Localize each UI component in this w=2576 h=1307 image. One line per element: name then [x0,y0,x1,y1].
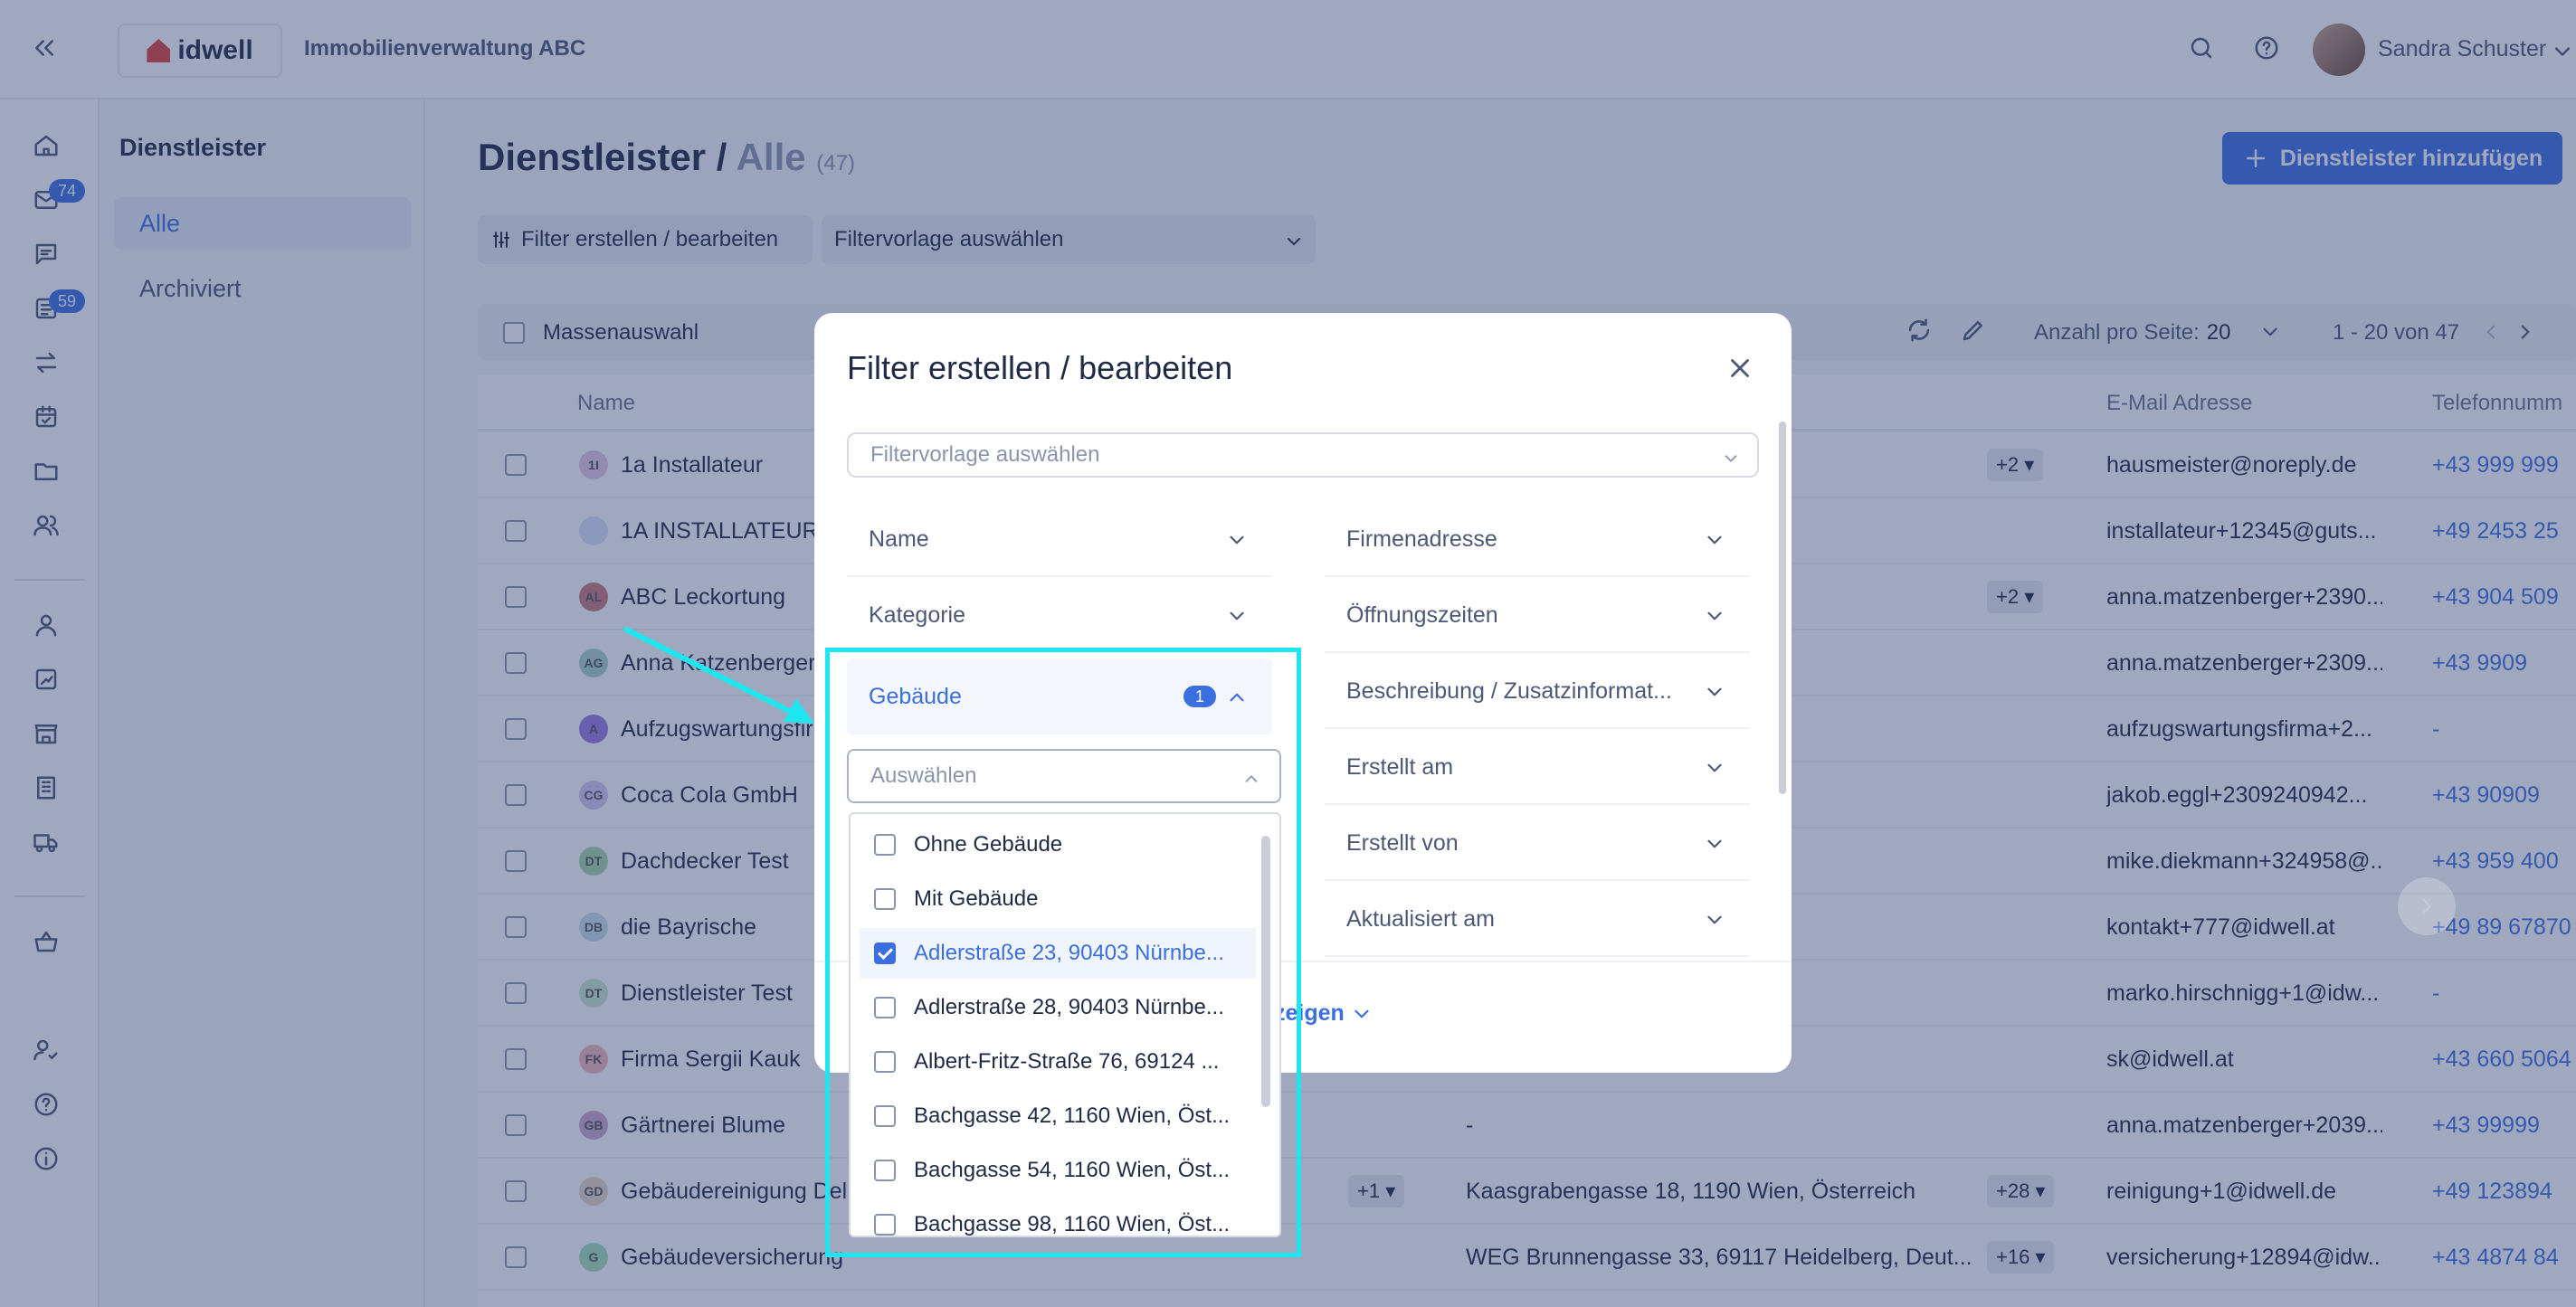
filter-item-aktualisiert-am[interactable]: Aktualisiert am [1325,881,1750,957]
building-option[interactable]: Adlerstraße 28, 90403 Nürnbe... [860,982,1256,1033]
building-option[interactable]: Ohne Gebäude [860,819,1256,870]
option-checkbox[interactable] [874,942,896,964]
dropdown-scrollbar[interactable] [1261,836,1270,1107]
building-option[interactable]: Bachgasse 98, 1160 Wien, Öst... [860,1199,1256,1236]
chevron-up-icon [1230,693,1244,702]
close-icon[interactable] [1725,353,1755,384]
option-checkbox[interactable] [874,1214,896,1236]
filter-item-name[interactable]: Name [847,501,1272,577]
modal-scrollbar[interactable] [1779,421,1786,794]
filter-item-kategorie[interactable]: Kategorie [847,577,1272,653]
chevron-down-icon [1707,535,1722,545]
chevron-up-icon [1245,775,1258,782]
filter-item-gebaeude[interactable]: Gebäude 1 [847,658,1272,734]
chevron-down-icon [1707,839,1722,848]
building-select-input[interactable]: Auswählen [847,749,1281,803]
option-checkbox[interactable] [874,834,896,856]
building-option[interactable]: Albert-Fritz-Straße 76, 69124 ... [860,1037,1256,1087]
modal-template-select[interactable]: Filtervorlage auswählen [847,432,1759,478]
option-checkbox[interactable] [874,1105,896,1127]
show-more-filters-button[interactable]: zeigen [1274,1000,1374,1028]
active-filter-count: 1 [1183,686,1216,707]
option-checkbox[interactable] [874,997,896,1018]
option-checkbox[interactable] [874,1160,896,1181]
chevron-down-icon [1230,611,1244,620]
filter-item-beschreibung[interactable]: Beschreibung / Zusatzinformat... [1325,653,1750,729]
chevron-down-icon [1725,455,1737,462]
filter-item-erstellt-von[interactable]: Erstellt von [1325,805,1750,881]
building-options-dropdown: Ohne Gebäude Mit Gebäude Adlerstraße 23, 9… [849,812,1281,1237]
building-option[interactable]: Bachgasse 54, 1160 Wien, Öst... [860,1145,1256,1196]
option-checkbox[interactable] [874,888,896,910]
option-checkbox[interactable] [874,1051,896,1073]
filter-item-oeffnungszeiten[interactable]: Öffnungszeiten [1325,577,1750,653]
modal-title: Filter erstellen / bearbeiten [847,349,1233,386]
building-option[interactable]: Mit Gebäude [860,874,1256,924]
building-option[interactable]: Bachgasse 42, 1160 Wien, Öst... [860,1091,1256,1141]
chevron-down-icon [1707,763,1722,772]
chevron-down-icon [1707,611,1722,620]
chevron-right-icon[interactable] [2398,877,2456,935]
chevron-down-icon [1707,687,1722,696]
chevron-down-icon [1230,535,1244,545]
filter-item-erstellt-am[interactable]: Erstellt am [1325,729,1750,805]
chevron-down-icon [1707,915,1722,924]
filter-item-firmenadresse[interactable]: Firmenadresse [1325,501,1750,577]
chevron-down-icon [1355,1010,1369,1018]
building-option[interactable]: Adlerstraße 23, 90403 Nürnbe... [860,928,1256,979]
